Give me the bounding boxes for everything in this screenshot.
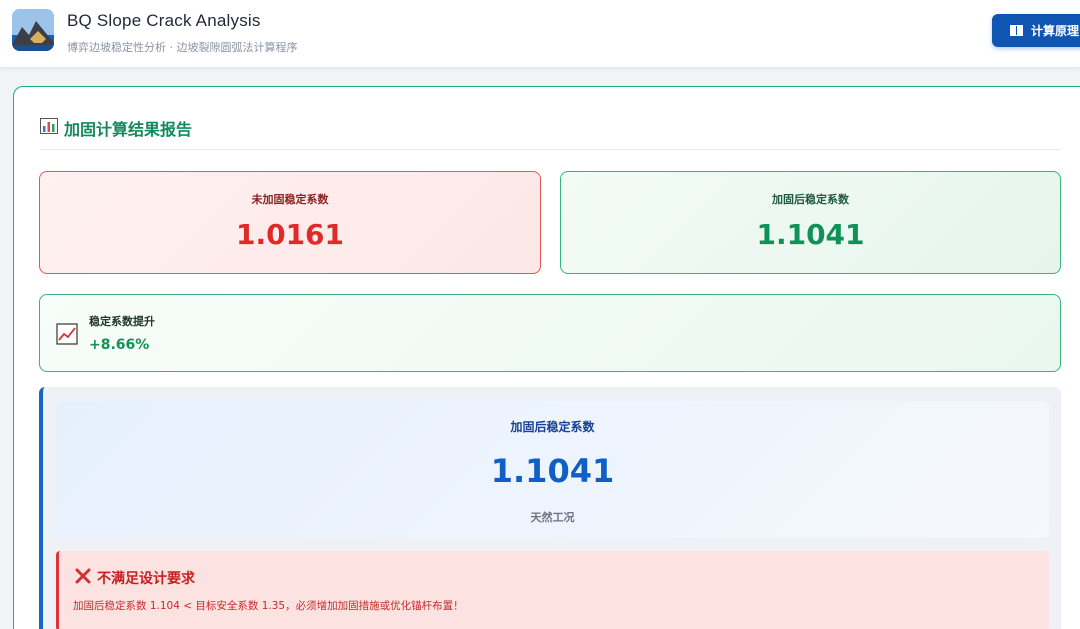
- title-divider: [40, 149, 1060, 150]
- warning-title: 不满足设计要求: [75, 568, 195, 588]
- improvement-label: 稳定系数提升: [89, 315, 155, 328]
- bar-chart-icon: [40, 118, 58, 138]
- app-header: BQ Slope Crack Analysis 博弈边坡稳定性分析 · 边坡裂隙…: [0, 0, 1080, 68]
- reinforced-factor-value: 1.1041: [756, 218, 865, 251]
- reinforcement-report-card: 加固计算结果报告 未加固稳定系数 1.0161 加固后稳定系数 1.1041 稳…: [13, 86, 1080, 629]
- unreinforced-factor-label: 未加固稳定系数: [251, 193, 329, 206]
- final-result-section: 加固后稳定系数 1.1041 天然工况 不满足设计要求 加固后稳定系数 1.10…: [39, 387, 1061, 629]
- improvement-value: +8.66%: [89, 337, 150, 353]
- factor-improvement-card: 稳定系数提升 +8.66%: [39, 294, 1061, 372]
- reinforced-factor-label: 加固后稳定系数: [772, 193, 849, 206]
- trend-up-icon: [56, 323, 78, 345]
- report-title-text: 加固计算结果报告: [64, 120, 193, 139]
- cross-mark-icon: [75, 568, 91, 588]
- unreinforced-factor-card: 未加固稳定系数 1.0161: [39, 171, 541, 274]
- design-requirement-warning: 不满足设计要求 加固后稳定系数 1.104 < 目标安全系数 1.35，必须增加…: [56, 551, 1049, 629]
- unreinforced-factor-value: 1.0161: [235, 218, 345, 251]
- final-factor-value: 1.1041: [490, 452, 615, 490]
- reinforced-factor-card: 加固后稳定系数 1.1041: [560, 171, 1061, 274]
- final-factor-label: 加固后稳定系数: [510, 420, 595, 434]
- calculation-principle-button[interactable]: 计算原理: [992, 14, 1080, 47]
- book-icon: [1010, 25, 1023, 36]
- warning-title-text: 不满足设计要求: [97, 571, 195, 587]
- app-subtitle: 博弈边坡稳定性分析 · 边坡裂隙圆弧法计算程序: [67, 41, 298, 54]
- warning-message: 加固后稳定系数 1.104 < 目标安全系数 1.35，必须增加加固措施或优化锚…: [73, 600, 464, 612]
- working-condition-label: 天然工况: [530, 511, 575, 524]
- report-title: 加固计算结果报告: [40, 116, 192, 140]
- app-title: BQ Slope Crack Analysis: [67, 11, 261, 30]
- principle-button-label: 计算原理: [1031, 24, 1080, 38]
- final-factor-panel: 加固后稳定系数 1.1041 天然工况: [56, 401, 1049, 538]
- mountain-slope-logo: [12, 9, 54, 51]
